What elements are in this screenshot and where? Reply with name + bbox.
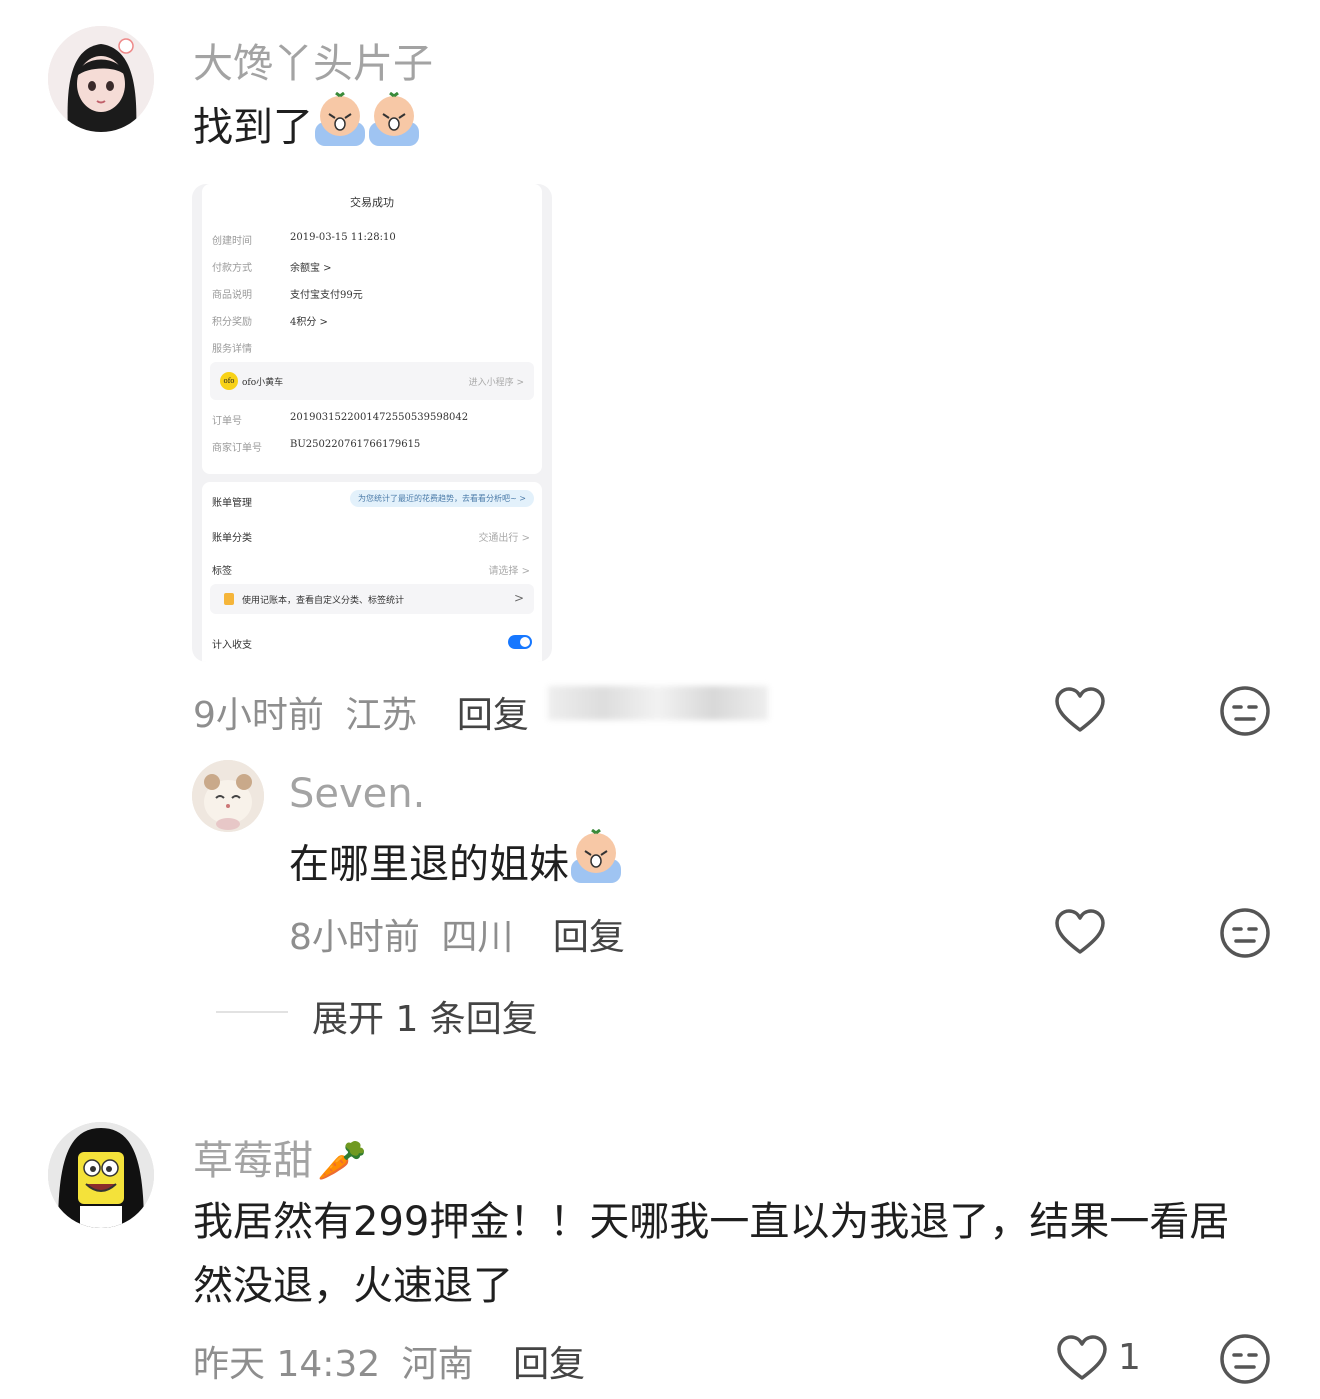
heart-icon [1055, 687, 1105, 732]
comment-location: 江苏 [345, 695, 418, 736]
dislike-button[interactable] [1217, 905, 1273, 961]
bill-category-label: 账单分类 [212, 533, 252, 544]
income-toggle[interactable] [508, 635, 532, 649]
service-link[interactable]: 进入小程序 > [469, 375, 524, 388]
comment-time: 9小时前 [193, 695, 324, 736]
like-count: 1 [1118, 1337, 1141, 1378]
service-name: ofo小黄车 [242, 378, 284, 388]
comment-text-line: 我居然有299押金！！天哪我一直以为我退了，结果一看居 [193, 1199, 1230, 1245]
like-button[interactable] [1052, 683, 1108, 739]
comment-time: 8小时前 [289, 917, 420, 958]
comment-text-content: 在哪里退的姐妹 [289, 841, 569, 888]
avatar-spongebob-icon [48, 1122, 154, 1228]
chevron-right-icon: > [513, 591, 524, 605]
avatar-girl-icon [48, 26, 154, 132]
username[interactable]: Seven. [289, 771, 425, 817]
income-label: 计入收支 [212, 640, 252, 651]
comment-meta: 昨天 14:32 河南 回复 [193, 1335, 585, 1387]
heart-icon [1057, 1335, 1107, 1380]
avatar[interactable] [48, 26, 154, 132]
comment-text: 在哪里退的姐妹 [289, 828, 625, 904]
tag-label: 标签 [212, 566, 232, 577]
comment-meta: 8小时前 四川 回复 [289, 908, 625, 960]
avatar-hamster-icon [192, 760, 264, 832]
carrot-emoji-icon: 🥕 [317, 1138, 367, 1184]
dislike-button[interactable] [1217, 1331, 1273, 1387]
bill-manage-tip[interactable]: 为您统计了最近的花费趋势，去看看分析吧~ > [350, 490, 534, 507]
avatar[interactable] [192, 760, 264, 832]
comment-meta: 9小时前 江苏 回复 [193, 686, 529, 738]
bill-panel: 账单管理 为您统计了最近的花费趋势，去看看分析吧~ > 账单分类 交通出行 > … [202, 482, 542, 662]
dislike-button[interactable] [1217, 683, 1273, 739]
username[interactable]: 草莓甜 🥕 [193, 1128, 367, 1186]
comment-location: 河南 [401, 1344, 474, 1385]
like-button[interactable] [1052, 905, 1108, 961]
heart-icon [1055, 909, 1105, 954]
comment-text-content: 找到了 [193, 104, 313, 151]
notebook-icon [224, 593, 234, 605]
reply-button[interactable]: 回复 [513, 1344, 585, 1385]
username[interactable]: 大馋丫头片子 [193, 31, 433, 89]
receipt-screenshot[interactable]: 交易成功 创建时间 2019-03-15 11:28:10 付款方式 余额宝 > 商… [192, 184, 552, 662]
meh-face-icon [1220, 908, 1270, 958]
notebook-tip: 使用记账本，查看自定义分类、标签统计 [242, 596, 405, 606]
meh-face-icon [1220, 686, 1270, 736]
tag-value[interactable]: 请选择 > [488, 562, 530, 577]
notebook-tip-card[interactable]: 使用记账本，查看自定义分类、标签统计 > [210, 584, 534, 614]
crying-face-emoji-icon [569, 828, 625, 904]
receipt-panel: 交易成功 创建时间 2019-03-15 11:28:10 付款方式 余额宝 > 商… [202, 184, 542, 474]
ofo-logo-icon: ofo [220, 372, 238, 390]
meh-face-icon [1220, 1334, 1270, 1384]
comment-location: 四川 [441, 917, 514, 958]
expand-replies-label[interactable]: 展开 1 条回复 [312, 990, 538, 1042]
comment-time: 昨天 14:32 [193, 1344, 381, 1385]
reply-button[interactable]: 回复 [553, 917, 625, 958]
avatar[interactable] [48, 1122, 154, 1228]
divider-line [216, 1011, 288, 1013]
like-button[interactable] [1054, 1331, 1110, 1387]
service-card[interactable]: ofo ofo小黄车 进入小程序 > [210, 362, 534, 400]
comment-text-line: 然没退，火速退了 [193, 1263, 513, 1309]
bill-category-value[interactable]: 交通出行 > [478, 529, 530, 544]
receipt-title: 交易成功 [350, 196, 394, 209]
username-text: 草莓甜 [193, 1138, 313, 1184]
crying-face-emoji-icon [313, 91, 421, 167]
bill-manage-label: 账单管理 [212, 498, 252, 509]
reply-button[interactable]: 回复 [457, 695, 529, 736]
blurred-text [548, 686, 768, 720]
comment-text: 找到了 [193, 91, 421, 167]
